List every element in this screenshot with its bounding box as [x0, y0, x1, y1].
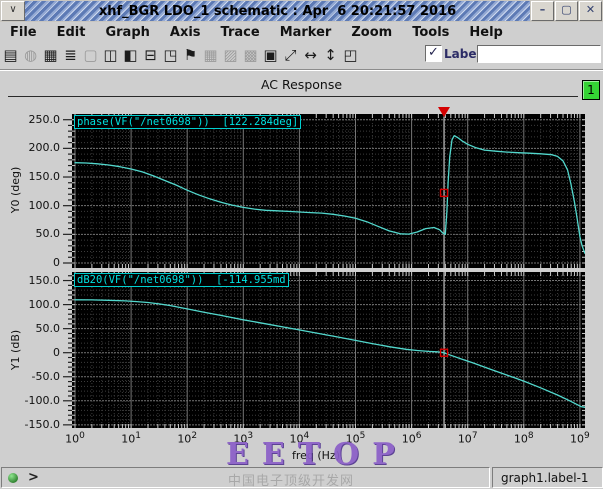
label-input[interactable]: [477, 45, 601, 63]
menu-bar: File Edit Graph Axis Trace Marker Zoom Tools Hel…: [0, 22, 603, 42]
plot-canvas-db20[interactable]: [72, 272, 585, 428]
x-tick-label: 102: [177, 431, 198, 446]
y-tick-label: 150.0: [28, 273, 61, 287]
y1-axis-name: Y1 (dB): [9, 329, 22, 371]
calculator-icon[interactable]: ▣: [261, 45, 280, 65]
marker-handle-icon[interactable]: [438, 107, 450, 117]
x-tick-label: 101: [121, 431, 141, 446]
plot-canvas-phase[interactable]: [72, 114, 585, 268]
grid-icon[interactable]: ▦: [41, 45, 60, 65]
menu-item-graph[interactable]: Graph: [95, 25, 159, 40]
overlay-window-icon[interactable]: ◧: [121, 45, 140, 65]
menu-item-zoom[interactable]: Zoom: [341, 25, 402, 40]
graph-title: AC Response: [260, 77, 343, 92]
y-tick-label: -150.0: [24, 417, 60, 431]
menu-item-axis[interactable]: Axis: [160, 25, 211, 40]
window-menu-button[interactable]: ∨: [1, 1, 25, 21]
fit-x-icon[interactable]: ↔: [301, 45, 320, 65]
y-tick-label: 50.0: [35, 227, 61, 241]
y-axis-ticks-db20: [63, 275, 72, 426]
copy-page-icon: ▢: [83, 46, 98, 64]
x-tick-label: 109: [570, 431, 590, 446]
title-bar-stripes: xhf_BGR LDO_1 schematic : Apr 6 20:21:57…: [25, 1, 530, 21]
hardcopy-options-icon[interactable]: ≣: [61, 45, 80, 65]
y0-axis-name: Y0 (deg): [9, 166, 22, 214]
x-tick-label: 100: [65, 431, 85, 446]
close-button[interactable]: ✕: [579, 1, 602, 21]
selection-label-cell: graph1.label-1: [492, 467, 603, 488]
toolbar-divider: [0, 69, 603, 71]
split-window-icon[interactable]: ◫: [101, 45, 120, 65]
marker-flag-icon[interactable]: ⚑: [181, 45, 200, 65]
menu-item-tools[interactable]: Tools: [402, 25, 459, 40]
menu-item-file[interactable]: File: [0, 25, 47, 40]
minimize-button[interactable]: –: [531, 1, 554, 21]
x-tick-label: 107: [457, 431, 478, 446]
menu-item-help[interactable]: Help: [459, 25, 512, 40]
snapshot-icon: ◍: [23, 46, 38, 64]
command-prompt-cell[interactable]: >: [1, 467, 490, 488]
window-title: xhf_BGR LDO_1 schematic : Apr 6 20:21:57…: [98, 3, 457, 19]
y-tick-label: 0: [53, 256, 60, 269]
pattern-b-icon: ▩: [243, 46, 258, 64]
menu-item-edit[interactable]: Edit: [47, 25, 96, 40]
waveform-window: { "window": { "title": "xhf_BGR LDO_1 sc…: [0, 0, 603, 489]
toolbar: ▤ ◍ ▦ ≣ ▢ ◫ ◧ ⊟ ◳ ⚑ ▦ ▨ ▩ ▣ ⤢ ↔ ↕ ◰ ✓ Label: [0, 42, 603, 68]
window-controls: – ▢ ✕: [530, 1, 602, 21]
fit-y-icon[interactable]: ↕: [321, 45, 340, 65]
label-checkbox-text: Label: [444, 46, 481, 61]
trace-label-db20[interactable]: dB20(VF("/net0698")) [-114.955md: [74, 273, 289, 287]
table-view-icon: ▦: [203, 46, 218, 64]
title-bar: ∨ xhf_BGR LDO_1 schematic : Apr 6 20:21:…: [0, 0, 603, 22]
graph-title-underline: [8, 96, 578, 97]
menu-item-marker[interactable]: Marker: [270, 25, 342, 40]
y-tick-label: -100.0: [24, 393, 60, 407]
pop-out-window-icon[interactable]: ◳: [161, 45, 180, 65]
pattern-a-icon: ▨: [223, 46, 238, 64]
x-axis-name: freq (Hz): [291, 449, 341, 462]
selection-label: graph1.label-1: [501, 471, 589, 485]
x-tick-label: 105: [345, 431, 366, 446]
label-checkbox[interactable]: ✓: [425, 45, 442, 62]
x-tick-label: 108: [513, 431, 534, 446]
y-axis-ticks-phase: [63, 119, 72, 264]
y-tick-label: 250.0: [28, 112, 61, 126]
y-tick-label: 100.0: [28, 297, 61, 311]
y-tick-label: 200.0: [28, 141, 61, 155]
fit-all-icon[interactable]: ◰: [341, 45, 360, 65]
maximize-button[interactable]: ▢: [555, 1, 578, 21]
menu-item-trace[interactable]: Trace: [211, 25, 270, 40]
status-sphere-icon: [8, 473, 18, 483]
x-tick-label: 103: [233, 431, 254, 446]
x-tick-label: 106: [401, 431, 422, 446]
window-number-badge[interactable]: 1: [582, 80, 600, 100]
command-prompt: >: [28, 470, 39, 485]
print-icon[interactable]: ▤: [1, 45, 20, 65]
trace-label-phase[interactable]: phase(VF("/net0698")) [122.284deg]: [74, 115, 302, 129]
zoom-fit-icon[interactable]: ⤢: [281, 45, 300, 65]
strip-window-icon[interactable]: ⊟: [141, 45, 160, 65]
status-bar: > graph1.label-1: [0, 465, 603, 489]
x-tick-label: 104: [289, 431, 310, 446]
